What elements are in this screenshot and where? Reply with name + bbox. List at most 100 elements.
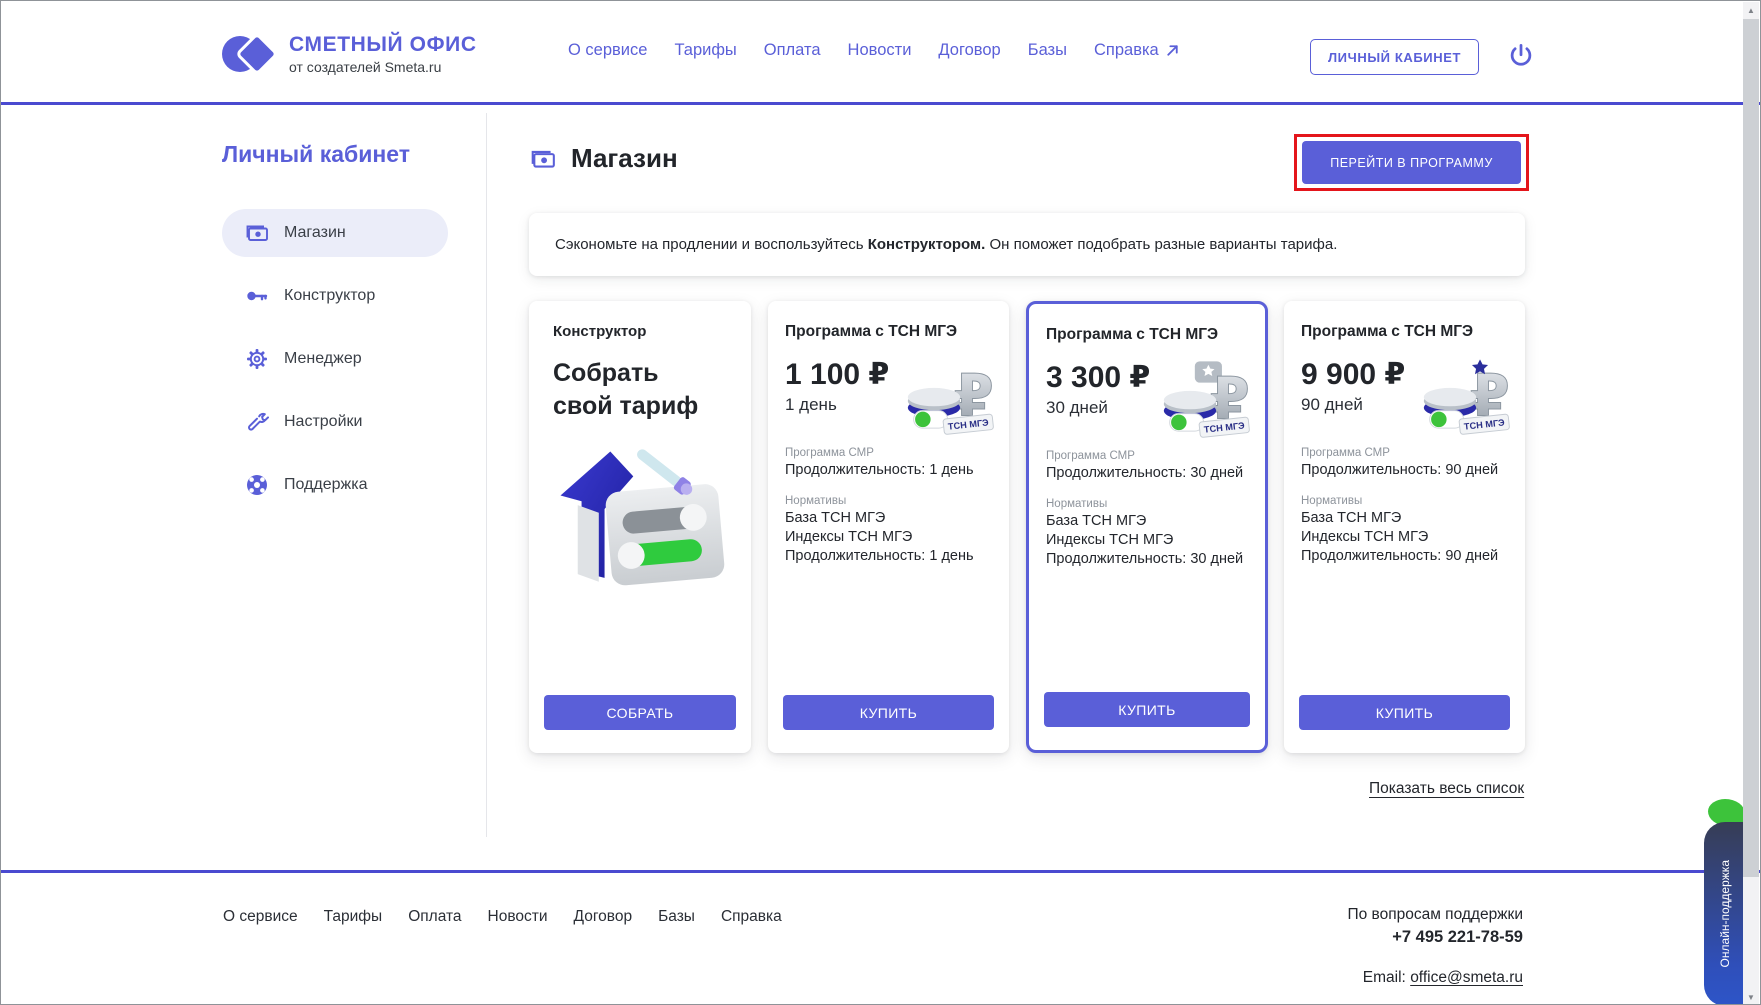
norms-line: Индексы ТСН МГЭ <box>1301 529 1428 545</box>
footer-nav-contract[interactable]: Договор <box>574 908 633 926</box>
tariff-duration: 30 дней <box>1046 398 1108 418</box>
app-window: СМЕТНЫЙ ОФИС от создателей Smeta.ru О се… <box>0 0 1761 1005</box>
buy-button[interactable]: КУПИТЬ <box>1044 692 1250 727</box>
page-title: Магазин <box>571 143 678 174</box>
sidebar-item-support[interactable]: Поддержка <box>222 461 448 509</box>
constructor-hint-banner: Сэкономьте на продлении и воспользуйтесь… <box>529 213 1525 276</box>
tariff-card-1day: Программа с ТСН МГЭ 1 100 ₽ 1 день ₽ ТСН… <box>768 301 1009 753</box>
nav-payment[interactable]: Оплата <box>764 41 821 60</box>
goto-program-button[interactable]: ПЕРЕЙТИ В ПРОГРАММУ <box>1302 141 1521 184</box>
banner-bold-text: Конструктором. <box>868 236 986 253</box>
footer-nav-tariffs[interactable]: Тарифы <box>324 908 383 926</box>
buy-button[interactable]: КУПИТЬ <box>783 695 994 730</box>
main-nav: О сервисе Тарифы Оплата Новости Договор … <box>568 41 1181 60</box>
sidebar-item-shop[interactable]: Магазин <box>222 209 448 257</box>
logo-subtitle: от создателей Smeta.ru <box>289 59 477 75</box>
sidebar-item-constructor[interactable]: Конструктор <box>222 272 448 320</box>
program-duration-line: Продолжительность: 90 дней <box>1301 462 1498 478</box>
tariff-price: 3 300 ₽ <box>1046 360 1150 395</box>
sidebar-item-label: Поддержка <box>284 476 367 494</box>
nav-tariffs[interactable]: Тарифы <box>674 41 736 60</box>
gear-icon <box>245 347 269 371</box>
program-duration-line: Продолжительность: 1 день <box>785 462 974 478</box>
program-duration-line: Продолжительность: 30 дней <box>1046 465 1243 481</box>
sidebar-item-label: Настройки <box>284 413 362 431</box>
program-section-label: Программа СМР <box>1301 447 1390 459</box>
support-email-row: Email: office@smeta.ru <box>1363 969 1523 987</box>
sidebar-item-manager[interactable]: Менеджер <box>222 335 448 383</box>
logo[interactable]: СМЕТНЫЙ ОФИС от создателей Smeta.ru <box>221 31 477 77</box>
wrench-icon <box>245 410 269 434</box>
content-divider <box>486 113 487 837</box>
show-all-list-link[interactable]: Показать весь список <box>1369 780 1524 798</box>
tariff-title: Программа с ТСН МГЭ <box>1046 326 1218 344</box>
nav-contract[interactable]: Договор <box>938 41 1000 60</box>
footer-divider <box>1 870 1760 873</box>
footer-nav-about[interactable]: О сервисе <box>223 908 298 926</box>
shop-title-icon <box>529 146 557 172</box>
nav-news[interactable]: Новости <box>848 41 912 60</box>
footer-nav-news[interactable]: Новости <box>488 908 548 926</box>
constructor-card: Конструктор Собрать свой тариф <box>529 301 751 753</box>
support-questions-label: По вопросам поддержки <box>1347 906 1523 924</box>
norms-line: База ТСН МГЭ <box>1046 513 1146 529</box>
sidebar-item-label: Магазин <box>284 224 346 242</box>
sidebar-item-label: Менеджер <box>284 350 362 368</box>
norms-section-label: Нормативы <box>785 495 846 507</box>
banner-text-after: Он поможет подобрать разные варианты тар… <box>985 236 1337 253</box>
footer-nav-payment[interactable]: Оплата <box>408 908 461 926</box>
nav-bases[interactable]: Базы <box>1028 41 1067 60</box>
logout-power-icon[interactable] <box>1506 41 1536 71</box>
tariff-price: 9 900 ₽ <box>1301 357 1405 392</box>
sidebar-item-settings[interactable]: Настройки <box>222 398 448 446</box>
external-link-icon <box>1164 42 1181 59</box>
tariff-duration: 1 день <box>785 395 837 415</box>
scrollbar-down-arrow-icon[interactable]: ▼ <box>1743 989 1759 1005</box>
email-label: Email: <box>1363 969 1406 986</box>
lifebuoy-icon <box>245 473 269 497</box>
logo-title: СМЕТНЫЙ ОФИС <box>289 33 477 57</box>
tariff-card-30days-selected: Программа с ТСН МГЭ 3 300 ₽ 30 дней ₽ <box>1026 301 1268 753</box>
key-icon <box>245 284 269 308</box>
vertical-scrollbar[interactable]: ▲ ▼ <box>1743 2 1759 1005</box>
norms-section-label: Нормативы <box>1301 495 1362 507</box>
tariff-title: Программа с ТСН МГЭ <box>1301 323 1473 341</box>
norms-line: Продолжительность: 30 дней <box>1046 551 1243 567</box>
norms-line: База ТСН МГЭ <box>1301 510 1401 526</box>
ruble-coin-illustration: ₽ ТСН МГЭ <box>1159 360 1251 446</box>
banknote-icon <box>245 221 269 245</box>
sidebar-title: Личный кабинет <box>222 141 410 168</box>
online-support-tab[interactable]: Онлайн-поддержка <box>1704 822 1746 1005</box>
norms-line: Продолжительность: 90 дней <box>1301 548 1498 564</box>
banner-text: Сэкономьте на продлении и воспользуйтесь <box>555 236 868 253</box>
ruble-coin-illustration: ₽ ТСН МГЭ <box>903 357 995 443</box>
support-phone: +7 495 221-78-59 <box>1347 928 1523 947</box>
card-heading: Собрать свой тариф <box>553 357 698 423</box>
footer-nav-help[interactable]: Справка <box>721 908 782 926</box>
nav-help[interactable]: Справка <box>1094 41 1181 60</box>
footer-nav-bases[interactable]: Базы <box>658 908 695 926</box>
online-support-label: Онлайн-поддержка <box>1718 860 1732 967</box>
tariff-price: 1 100 ₽ <box>785 357 889 392</box>
card-label: Конструктор <box>553 323 646 340</box>
sidebar-item-label: Конструктор <box>284 287 375 305</box>
norms-section-label: Нормативы <box>1046 498 1107 510</box>
footer-nav: О сервисе Тарифы Оплата Новости Договор … <box>223 908 782 926</box>
program-section-label: Программа СМР <box>785 447 874 459</box>
smeta-logo-icon <box>221 31 275 77</box>
email-link[interactable]: office@smeta.ru <box>1410 969 1523 986</box>
build-tariff-button[interactable]: СОБРАТЬ <box>544 695 736 730</box>
nav-about[interactable]: О сервисе <box>568 41 647 60</box>
norms-line: Индексы ТСН МГЭ <box>1046 532 1173 548</box>
norms-line: База ТСН МГЭ <box>785 510 885 526</box>
tariff-card-90days: Программа с ТСН МГЭ 9 900 ₽ 90 дней ₽ <box>1284 301 1525 753</box>
personal-cabinet-button[interactable]: ЛИЧНЫЙ КАБИНЕТ <box>1310 39 1479 75</box>
scrollbar-up-arrow-icon[interactable]: ▲ <box>1743 2 1759 18</box>
norms-line: Продолжительность: 1 день <box>785 548 974 564</box>
scrollbar-thumb[interactable] <box>1743 19 1759 877</box>
tariff-title: Программа с ТСН МГЭ <box>785 323 957 341</box>
buy-button[interactable]: КУПИТЬ <box>1299 695 1510 730</box>
tariff-duration: 90 дней <box>1301 395 1363 415</box>
ruble-coin-illustration: ₽ ТСН МГЭ <box>1419 357 1511 443</box>
top-header: СМЕТНЫЙ ОФИС от создателей Smeta.ru О се… <box>1 1 1760 105</box>
